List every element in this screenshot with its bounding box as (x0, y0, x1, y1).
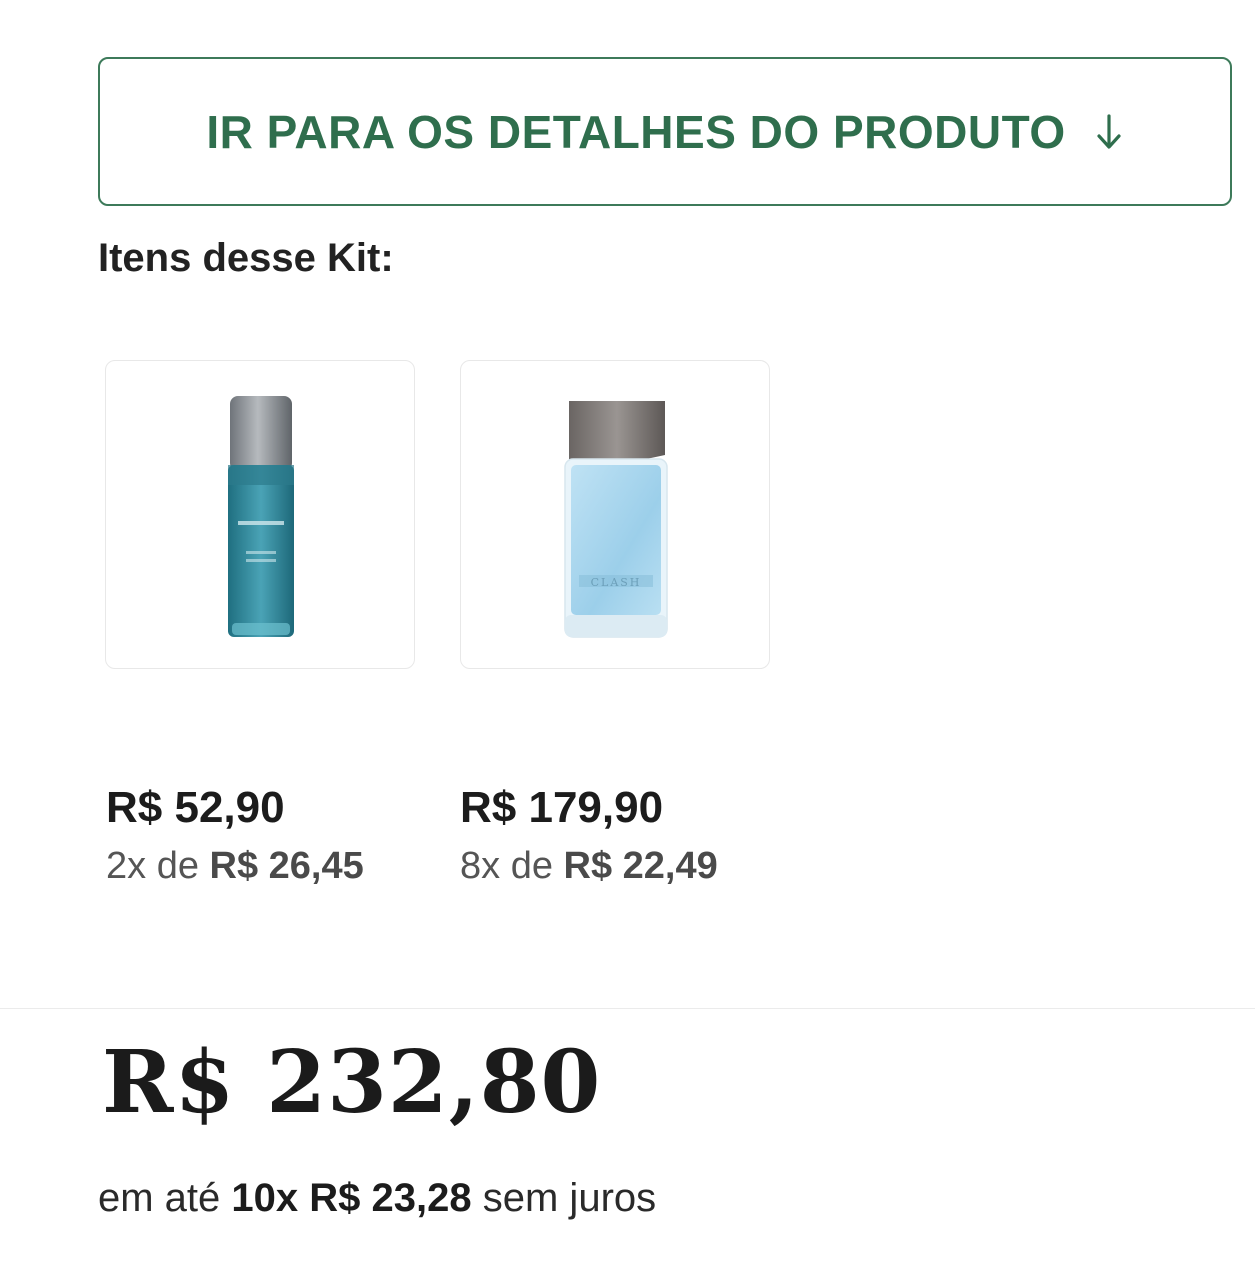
kit-item-price-block-2: R$ 179,90 8x de R$ 22,49 (460, 780, 718, 896)
installment-prefix: 8x de (460, 845, 553, 887)
item-price: R$ 179,90 (460, 783, 664, 832)
installment-prefix: 2x de (106, 845, 199, 887)
arrow-down-icon (1094, 112, 1124, 152)
total-installment-suffix: sem juros (482, 1176, 657, 1220)
product-details-label: IR PARA OS DETALHES DO PRODUTO (206, 105, 1066, 158)
installment-value: R$ 26,45 (209, 845, 364, 887)
svg-text:CLASH: CLASH (591, 576, 642, 589)
perfume-bottle-image: CLASH (564, 401, 668, 638)
item-installment: 2x de R$ 26,45 (106, 836, 364, 896)
kit-total-installment: em até 10x R$ 23,28 sem juros (98, 1176, 656, 1221)
product-details-button[interactable]: IR PARA OS DETALHES DO PRODUTO (98, 57, 1232, 206)
kit-item-card-2[interactable]: CLASH (460, 360, 770, 669)
kit-items-heading: Itens desse Kit: (98, 236, 394, 280)
total-installment-prefix: em até (98, 1176, 221, 1220)
item-installment: 8x de R$ 22,49 (460, 836, 718, 896)
item-price: R$ 52,90 (106, 783, 285, 832)
kit-item-price-block-1: R$ 52,90 2x de R$ 26,45 (106, 780, 364, 896)
kit-total-price: R$ 232,80 (102, 1032, 602, 1133)
total-installment-value: 10x R$ 23,28 (231, 1176, 472, 1220)
section-divider (0, 1008, 1255, 1009)
body-spray-bottle-image (228, 396, 294, 637)
kit-item-card-1[interactable] (105, 360, 415, 669)
installment-value: R$ 22,49 (563, 845, 718, 887)
